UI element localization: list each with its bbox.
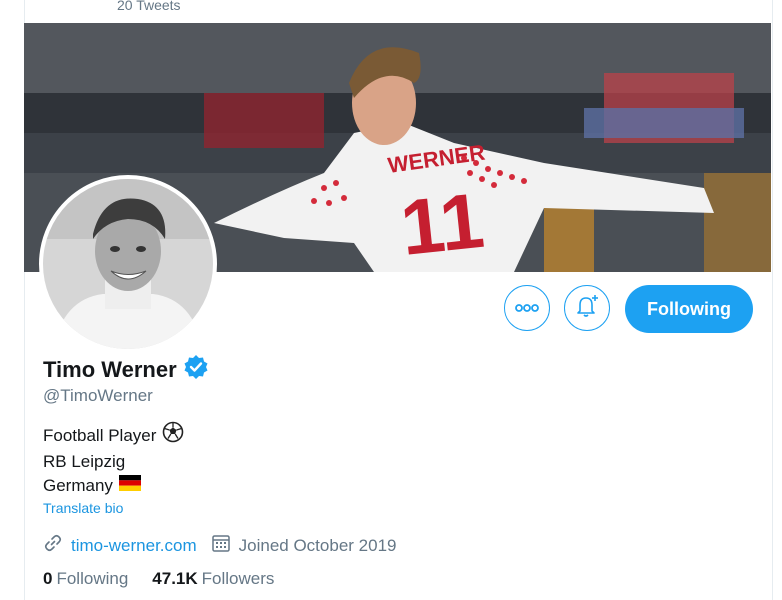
banner-jersey-number: 11 <box>397 176 488 272</box>
calendar-icon <box>211 533 231 558</box>
website-link[interactable]: timo-werner.com <box>71 536 197 556</box>
avatar-photo <box>43 179 213 349</box>
notifications-button[interactable] <box>564 285 610 331</box>
profile-stats: 0 Following 47.1K Followers <box>43 569 298 589</box>
followers-count: 47.1K <box>152 569 198 588</box>
bio-line: Football Player <box>43 421 184 450</box>
more-button[interactable] <box>504 285 550 331</box>
bio-line-text: Football Player <box>43 425 157 445</box>
bio-line: Germany <box>43 474 184 498</box>
display-name: Timo Werner <box>43 356 177 382</box>
following-label: Following <box>56 569 129 588</box>
profile-meta: timo-werner.com Joined October 2019 <box>43 533 410 558</box>
joined-date: Joined October 2019 <box>238 535 397 555</box>
germany-flag-icon <box>118 474 141 498</box>
soccer-ball-icon <box>162 421 184 450</box>
bio: Football Player RB Leipzig Germany <box>43 421 184 498</box>
followers-stat[interactable]: 47.1K Followers <box>152 569 274 589</box>
link-icon <box>43 533 63 558</box>
avatar[interactable] <box>39 175 217 353</box>
followers-label: Followers <box>201 569 275 588</box>
bio-line-text: Germany <box>43 476 113 495</box>
bio-line-text: RB Leipzig <box>43 452 126 471</box>
joined-item: Joined October 2019 <box>211 533 397 558</box>
name-row: Timo Werner <box>43 354 209 385</box>
following-stat[interactable]: 0 Following <box>43 569 128 589</box>
more-icon <box>515 299 539 317</box>
following-count: 0 <box>43 569 53 588</box>
translate-bio-link[interactable]: Translate bio <box>43 500 123 516</box>
website-item: timo-werner.com <box>43 533 197 558</box>
following-button[interactable]: Following <box>625 285 753 333</box>
bio-line: RB Leipzig <box>43 450 184 474</box>
bell-plus-icon <box>574 293 600 324</box>
user-handle: @TimoWerner <box>43 386 153 405</box>
verified-badge-icon <box>183 354 209 385</box>
